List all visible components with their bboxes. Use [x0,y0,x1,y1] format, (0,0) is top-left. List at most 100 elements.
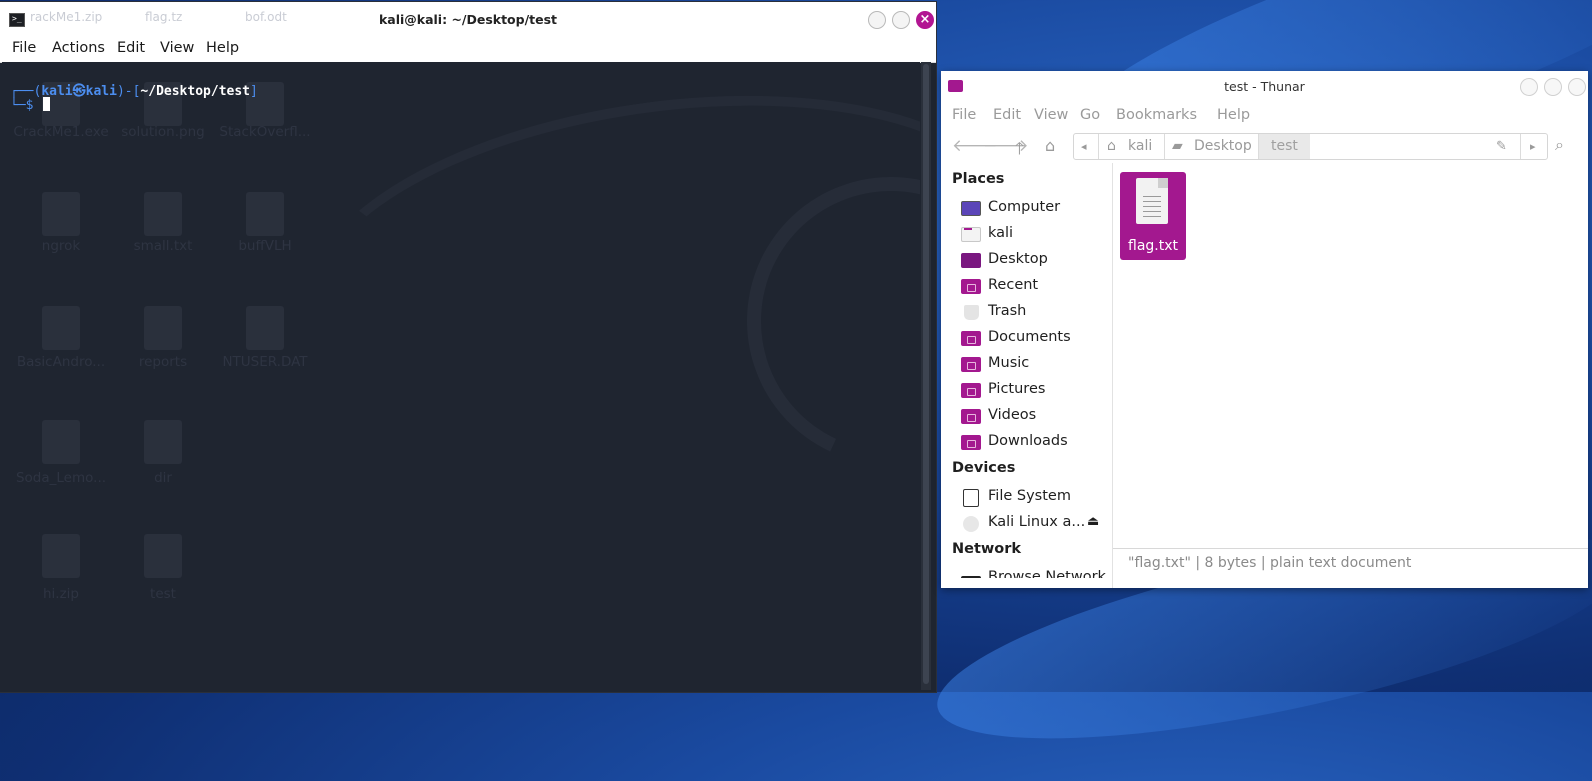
ghost-icon-label: test [150,586,176,602]
sidebar-item-music[interactable]: Music [961,353,1111,377]
scrollbar-thumb[interactable] [923,64,929,684]
drive-icon: ▰ [1172,138,1183,154]
sidebar-item-label: Recent [988,277,1039,293]
sidebar-item-label: Browse Network [988,569,1106,578]
computer-icon [961,201,981,216]
prompt-path: ~/Desktop/test [140,84,250,99]
menu-go[interactable]: Go [1080,107,1100,123]
minimize-button[interactable] [868,11,886,29]
sidebar-item-browse-network[interactable]: Browse Network [961,567,1111,578]
ghost-icon-label: hi.zip [42,586,79,602]
ghost-icon-label: dir [154,470,172,486]
up-arrow-icon[interactable]: 🡑 [1015,136,1024,165]
maximize-button[interactable] [892,11,910,29]
file-view[interactable]: flag.txt [1113,163,1588,548]
recent-folder-icon [961,279,981,294]
breadcrumb-kali[interactable]: kali [1128,134,1152,159]
ghost-icon-label: NTUSER.DAT [222,354,308,370]
prompt-symbol: └─$ [10,98,34,113]
sidebar-item-label: Desktop [988,251,1048,267]
desktop-folder-icon [961,253,981,268]
search-icon[interactable]: ⌕ [1555,135,1564,155]
minimize-button[interactable] [1520,78,1538,96]
sidebar-item-label: Videos [988,407,1037,423]
file-item-selected[interactable]: flag.txt [1120,172,1186,260]
menu-file[interactable]: File [952,107,976,123]
sidebar-item-label: kali [988,225,1014,241]
sidebar-item-documents[interactable]: Documents [961,327,1111,351]
terminal-titlebar[interactable]: >_ rackMe1.zip flag.tz bof.odt kali@kali… [0,2,936,36]
sidebar-item-videos[interactable]: Videos [961,405,1111,429]
close-button[interactable]: × [916,11,934,29]
breadcrumb-separator [1098,134,1099,159]
status-text: "flag.txt" | 8 bytes | plain text docume… [1128,555,1412,571]
doc-line [1143,201,1161,202]
sidebar-item-label: Computer [988,199,1061,215]
menu-help[interactable]: Help [1217,107,1250,123]
menu-view[interactable]: View [160,40,194,56]
sidebar-item-recent[interactable]: Recent [961,275,1111,299]
ghost-icon-label: Soda_Lemo... [15,470,107,486]
sidebar-item-computer[interactable]: Computer [961,197,1111,221]
places-heading: Places [952,171,1005,187]
sidebar-item-kali[interactable]: kali [961,223,1111,247]
thunar-toolbar: 🡐 🡒 🡑 ⌂ ◂ ⌂ kali ▰ Desktop test ✎ ▸ ⌕ [941,129,1588,163]
prompt-user: kali㉿kali [41,84,117,99]
terminal-scrollbar[interactable] [921,62,931,690]
eject-icon[interactable]: ⏏ [1087,514,1099,529]
menu-file[interactable]: File [12,40,36,56]
ghost-icon-label: StackOverfl... [219,124,311,140]
music-folder-icon [961,357,981,372]
optical-disc-icon [963,516,979,532]
breadcrumb-right-icon[interactable]: ▸ [1530,134,1536,159]
sidebar-item-trash[interactable]: Trash [961,301,1111,325]
sidebar-item-label: Pictures [988,381,1046,397]
ghost-icon-label: solution.png [121,124,205,140]
sidebar: Places Computer kali Desktop Recent Tras… [941,163,1112,578]
file-name: flag.txt [1128,238,1178,254]
menu-edit[interactable]: Edit [117,40,145,56]
maximize-button[interactable] [1544,78,1562,96]
home-icon[interactable]: ⌂ [1045,136,1055,155]
prompt-mid: )-[ [116,84,141,99]
breadcrumb-separator [1164,134,1165,159]
sidebar-item-label: Downloads [988,433,1068,449]
terminal-window[interactable]: >_ rackMe1.zip flag.tz bof.odt kali@kali… [0,2,936,692]
sidebar-item-pictures[interactable]: Pictures [961,379,1111,403]
sidebar-item-kali-linux[interactable]: Kali Linux a... ⏏ [961,512,1111,536]
menu-edit[interactable]: Edit [993,107,1021,123]
thunar-titlebar[interactable]: test - Thunar [941,71,1588,101]
menu-help[interactable]: Help [206,40,239,56]
breadcrumb: ◂ ⌂ kali ▰ Desktop test ✎ ▸ [1073,133,1548,160]
sidebar-item-downloads[interactable]: Downloads [961,431,1111,455]
breadcrumb-left-icon[interactable]: ◂ [1081,134,1087,159]
prompt-line-2[interactable]: └─$ [10,97,51,113]
sidebar-item-file-system[interactable]: File System [961,486,1111,510]
sidebar-item-label: Documents [988,329,1071,345]
file-icon [42,420,80,464]
thunar-window[interactable]: test - Thunar File Edit View Go Bookmark… [941,71,1588,588]
menu-bookmarks[interactable]: Bookmarks [1116,107,1197,123]
sidebar-item-label: Trash [988,303,1027,319]
file-icon [144,306,182,350]
network-heading: Network [952,541,1022,557]
text-cursor [43,97,51,111]
menu-actions[interactable]: Actions [52,40,105,56]
ghost-icon-label: ngrok [41,238,81,254]
terminal-output[interactable]: CrackMe1.exe solution.png StackOverfl...… [2,62,920,692]
trash-icon [964,305,979,320]
close-button[interactable] [1568,78,1586,96]
videos-folder-icon [961,409,981,424]
breadcrumb-desktop[interactable]: Desktop [1194,134,1252,159]
file-icon [246,306,284,350]
network-icon [961,576,981,578]
ghost-icon-label: reports [138,354,188,370]
file-icon [42,192,80,236]
edit-pencil-icon[interactable]: ✎ [1496,134,1507,159]
menu-view[interactable]: View [1034,107,1068,123]
disk-icon [963,489,979,507]
sidebar-item-desktop[interactable]: Desktop [961,249,1111,273]
breadcrumb-test[interactable]: test [1259,134,1310,159]
ghost-icon-label: small.txt [133,238,193,254]
doc-line [1143,216,1161,217]
